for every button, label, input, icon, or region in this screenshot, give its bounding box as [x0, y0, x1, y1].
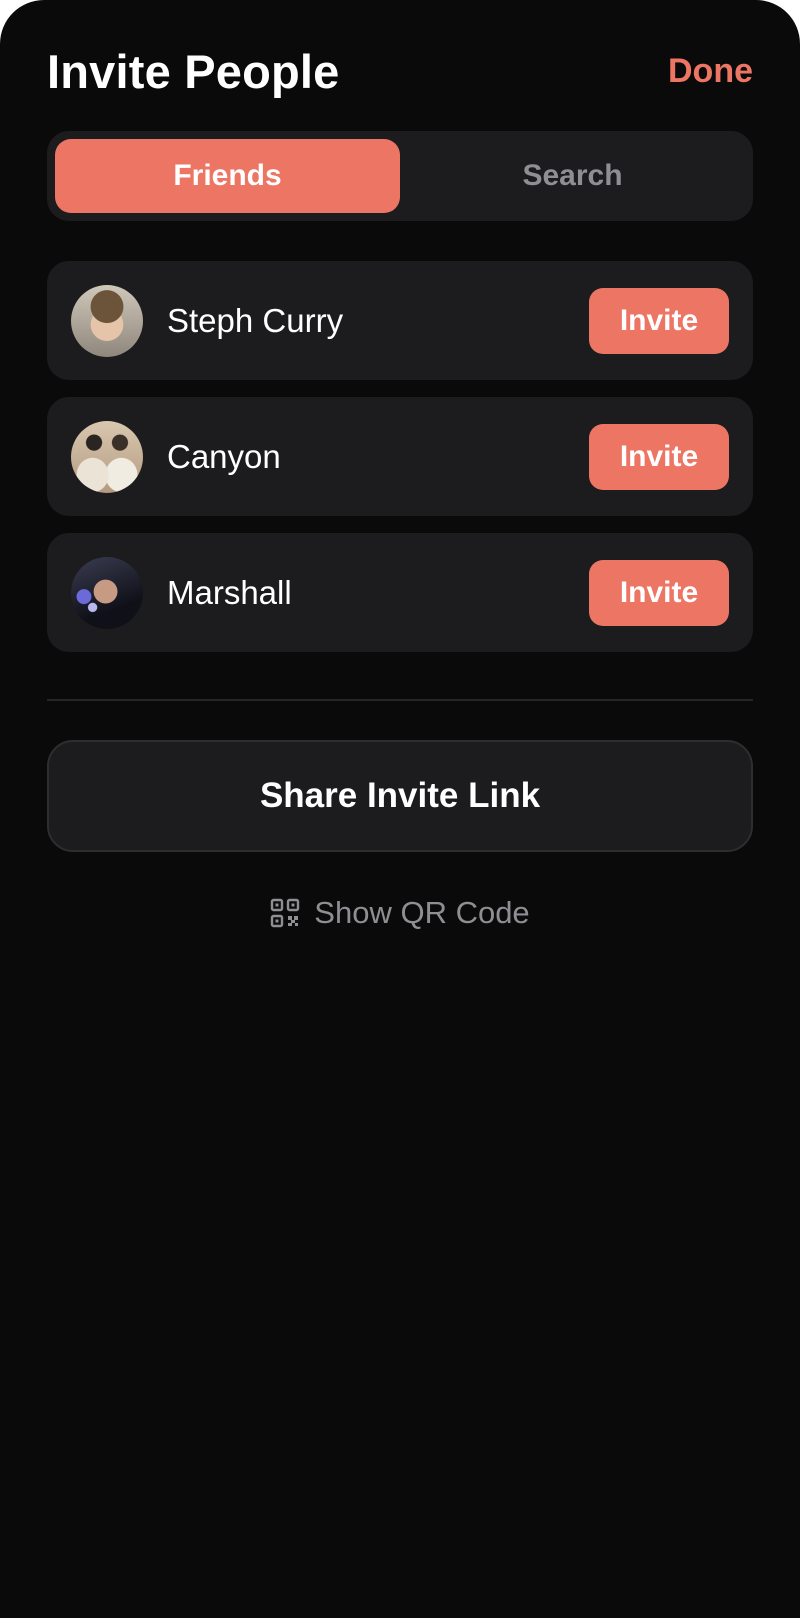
header: Invite People Done — [47, 38, 753, 104]
invite-button[interactable]: Invite — [589, 559, 729, 626]
share-invite-link-button[interactable]: Share Invite Link — [47, 740, 753, 852]
divider — [47, 699, 753, 701]
page-title: Invite People — [47, 44, 340, 98]
tab-friends[interactable]: Friends — [55, 139, 400, 213]
avatar — [71, 556, 143, 629]
friend-row: Marshall Invite — [47, 533, 753, 652]
avatar — [71, 284, 143, 357]
invite-button[interactable]: Invite — [589, 423, 729, 490]
tab-search[interactable]: Search — [400, 139, 745, 213]
friend-list: Steph Curry Invite Canyon Invite Marshal… — [47, 261, 753, 669]
friend-row: Steph Curry Invite — [47, 261, 753, 380]
friend-name: Marshall — [167, 573, 292, 611]
friend-name: Canyon — [167, 437, 281, 475]
segmented-control: Friends Search — [47, 131, 753, 221]
done-button[interactable]: Done — [668, 52, 753, 91]
friend-name: Steph Curry — [167, 301, 344, 339]
show-qr-code-label: Show QR Code — [314, 895, 530, 930]
avatar — [71, 420, 143, 493]
qr-code-icon — [270, 898, 300, 928]
show-qr-code-button[interactable]: Show QR Code — [0, 895, 800, 931]
invite-button[interactable]: Invite — [589, 287, 729, 354]
invite-people-sheet: Invite People Done Friends Search Steph … — [0, 0, 800, 1618]
friend-row: Canyon Invite — [47, 397, 753, 516]
